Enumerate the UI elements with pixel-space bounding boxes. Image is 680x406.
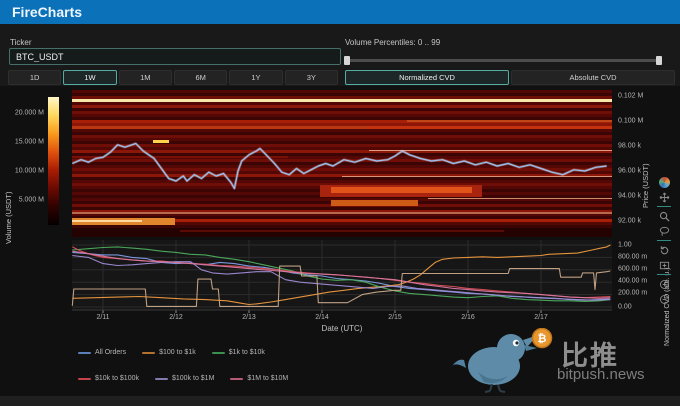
- app-title: FireCharts: [0, 0, 680, 24]
- legend-item--1m-to-10m[interactable]: $1M to $10M: [230, 375, 288, 382]
- cvd-mode-button-normalized-cvd[interactable]: Normalized CVD: [345, 70, 509, 85]
- svg-text:₿: ₿: [538, 332, 547, 345]
- timeframe-button-group: 1D1W1M6M1Y3Y: [8, 70, 338, 85]
- zoom-out-icon[interactable]: [658, 293, 670, 305]
- vol-ticks-label: 20.000 M: [15, 110, 44, 117]
- legend-swatch: [142, 352, 155, 354]
- bitpush-domain: bitpush.news: [557, 366, 645, 383]
- modebar-separator: [657, 206, 671, 207]
- vol-ticks-label: 10.000 M: [15, 168, 44, 175]
- date-ticks-label: 2/15: [388, 314, 402, 321]
- price-ticks-label: 94.00 k: [618, 193, 641, 200]
- lasso-select-icon[interactable]: [658, 225, 670, 237]
- date-ticks-label: 2/16: [461, 314, 475, 321]
- date-axis-title: Date (UTC): [322, 324, 363, 333]
- timeframe-button-1m[interactable]: 1M: [119, 70, 172, 85]
- vol-ticks-label: 15.000 M: [15, 139, 44, 146]
- timeframe-button-1d[interactable]: 1D: [8, 70, 61, 85]
- legend-item-all-orders[interactable]: All Orders: [78, 349, 126, 356]
- cvd-ticks-label: 400.00 m: [618, 278, 647, 285]
- legend-label: $100 to $1k: [159, 349, 196, 356]
- date-ticks-label: 2/14: [315, 314, 329, 321]
- legend-label: $100k to $1M: [172, 375, 214, 382]
- cvd-mode-button-group: Normalized CVDAbsolute CVD: [345, 70, 675, 85]
- zoom-icon[interactable]: [658, 210, 670, 222]
- legend-label: $1M to $10M: [247, 375, 288, 382]
- footer-strip: [0, 396, 680, 406]
- volume-axis-title: Volume (USDT): [4, 164, 13, 244]
- modebar-separator: [657, 240, 671, 241]
- price-axis-title: Price (USDT): [641, 128, 650, 208]
- firecharts-app: FireCharts Ticker Volume Percentiles: 0 …: [0, 0, 680, 406]
- cvd-ticks-label: 200.00 m: [618, 290, 647, 297]
- legend-item--1k-to-10k[interactable]: $1k to $10k: [212, 349, 265, 356]
- slider-handle-min[interactable]: [344, 56, 350, 65]
- app-header: FireCharts: [0, 0, 680, 24]
- price-ticks-label: 98.00 k: [618, 143, 641, 150]
- modebar-separator: [657, 274, 671, 275]
- legend-swatch: [78, 352, 91, 354]
- price-ticks-label: 0.102 M: [618, 93, 643, 100]
- legend-item--100-to-1k[interactable]: $100 to $1k: [142, 349, 196, 356]
- legend-swatch: [212, 352, 225, 354]
- plotly-logo-icon[interactable]: [658, 176, 670, 188]
- volume-colorbar: [48, 97, 59, 225]
- cvd-mode-button-absolute-cvd[interactable]: Absolute CVD: [511, 70, 675, 85]
- legend-row-2: $10k to $100k $100k to $1M $1M to $10M: [78, 375, 288, 382]
- date-ticks-label: 2/11: [96, 314, 109, 321]
- timeframe-button-1y[interactable]: 1Y: [229, 70, 282, 85]
- cvd-ticks-label: 800.00 m: [618, 254, 647, 261]
- bitpush-bird-logo: ₿: [448, 328, 568, 394]
- date-ticks-label: 2/17: [534, 314, 548, 321]
- legend-swatch: [155, 378, 168, 380]
- cvd-ticks-label: 0.00: [618, 304, 632, 311]
- plotly-modebar: [653, 176, 675, 305]
- volume-percentiles-slider[interactable]: [345, 55, 661, 65]
- slider-track[interactable]: [345, 59, 661, 62]
- vol-ticks-label: 5.000 M: [19, 197, 44, 204]
- timeframe-button-3y[interactable]: 3Y: [285, 70, 338, 85]
- cvd-ticks-label: 1.00: [618, 242, 632, 249]
- legend-swatch: [230, 378, 243, 380]
- legend-swatch: [78, 378, 91, 380]
- volume-heatmap-plot[interactable]: [72, 90, 612, 237]
- legend-item--10k-to-100k[interactable]: $10k to $100k: [78, 375, 139, 382]
- legend-label: $1k to $10k: [229, 349, 265, 356]
- price-ticks-label: 92.00 k: [618, 218, 641, 225]
- volume-percentiles-label: Volume Percentiles: 0 .. 99: [345, 38, 440, 47]
- slider-handle-max[interactable]: [656, 56, 662, 65]
- pan-icon[interactable]: [658, 191, 670, 203]
- zoom-in-icon[interactable]: [658, 278, 670, 290]
- price-ticks-label: 96.00 k: [618, 168, 641, 175]
- legend-item--100k-to-1m[interactable]: $100k to $1M: [155, 375, 214, 382]
- reset-axes-icon[interactable]: [658, 259, 670, 271]
- timeframe-button-6m[interactable]: 6M: [174, 70, 227, 85]
- autoscale-icon[interactable]: [658, 244, 670, 256]
- date-ticks-label: 2/12: [169, 314, 183, 321]
- legend-label: $10k to $100k: [95, 375, 139, 382]
- price-ticks-label: 0.100 M: [618, 118, 643, 125]
- date-ticks-label: 2/13: [242, 314, 256, 321]
- cvd-plot[interactable]: [72, 240, 612, 310]
- legend-row-1: All Orders $100 to $1k $1k to $10k: [78, 349, 265, 356]
- ticker-label: Ticker: [10, 38, 31, 47]
- timeframe-button-1w[interactable]: 1W: [63, 70, 116, 85]
- legend-label: All Orders: [95, 349, 126, 356]
- ticker-input[interactable]: [9, 48, 341, 65]
- cvd-ticks-label: 600.00 m: [618, 266, 647, 273]
